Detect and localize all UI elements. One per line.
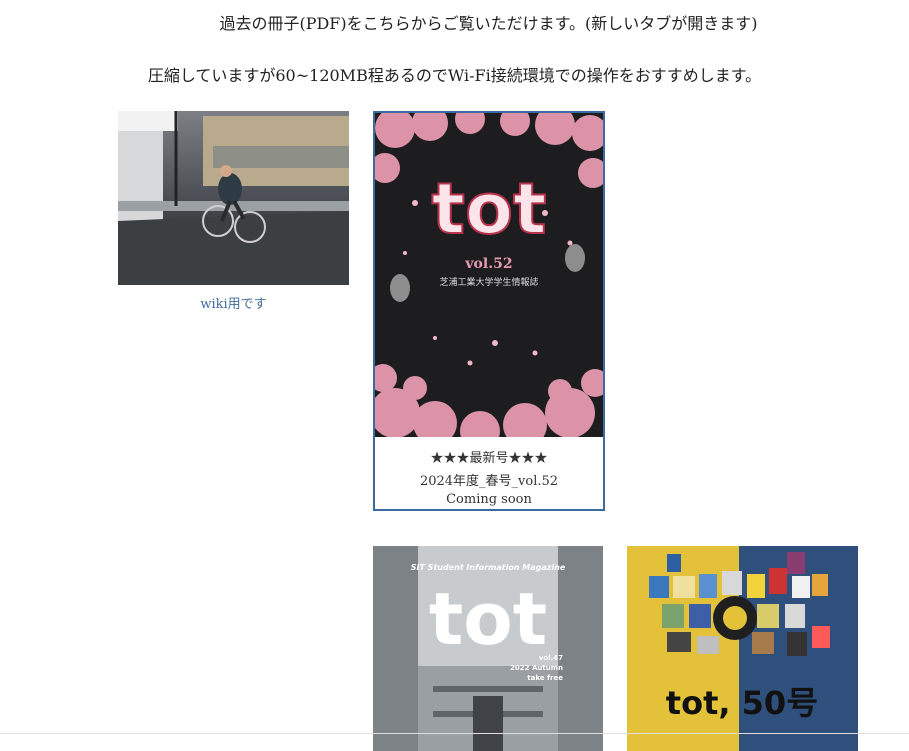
atrium-meta-free: take free — [527, 674, 563, 682]
latest-issue-cover[interactable]: tot vol.52 芝浦工業大学学生情報誌 — [375, 113, 603, 437]
latest-issue-card[interactable]: tot vol.52 芝浦工業大学学生情報誌 ★★★最新号★★★ 2024年度_… — [373, 111, 605, 511]
cyclist-photo[interactable] — [118, 111, 349, 285]
notice-line-1: 過去の冊子(PDF)をこちらからご覧いただけます。(新しいタブが開きます) — [219, 14, 758, 33]
latest-badge: ★★★最新号★★★ — [430, 451, 548, 466]
fiftieth-issue-cover[interactable]: tot, 50号 — [627, 546, 858, 751]
atrium-header: SIT Student Information Magazine — [411, 563, 566, 572]
atrium-logo: tot — [429, 577, 547, 661]
collage-art: tot, 50号 — [649, 552, 830, 722]
wiki-link[interactable]: wiki用です — [118, 293, 349, 312]
cyclist-photo-art — [118, 111, 349, 285]
cover-subtitle: 芝浦工業大学学生情報誌 — [439, 276, 538, 288]
notice-line-2: 圧縮していますが60~120MB程あるのでWi-Fi接続環境での操作をおすすめし… — [147, 66, 762, 85]
atrium-cover-art: SIT Student Information Magazine tot vol… — [373, 546, 603, 751]
sakura-cover-art: tot vol.52 芝浦工業大学学生情報誌 — [375, 113, 603, 437]
latest-issue-status: Coming soon — [446, 492, 532, 507]
cover-vol: vol.52 — [464, 256, 512, 272]
cover-logo: tot — [431, 168, 546, 250]
fifty-headline: tot, 50号 — [666, 684, 818, 722]
atrium-meta-vol: vol.47 — [539, 654, 563, 662]
atrium-issue-cover[interactable]: SIT Student Information Magazine tot vol… — [373, 546, 603, 751]
page-divider — [0, 733, 909, 734]
atrium-meta-season: 2022 Autumn — [510, 664, 563, 672]
latest-issue-title: 2024年度_春号_vol.52 — [419, 474, 559, 489]
